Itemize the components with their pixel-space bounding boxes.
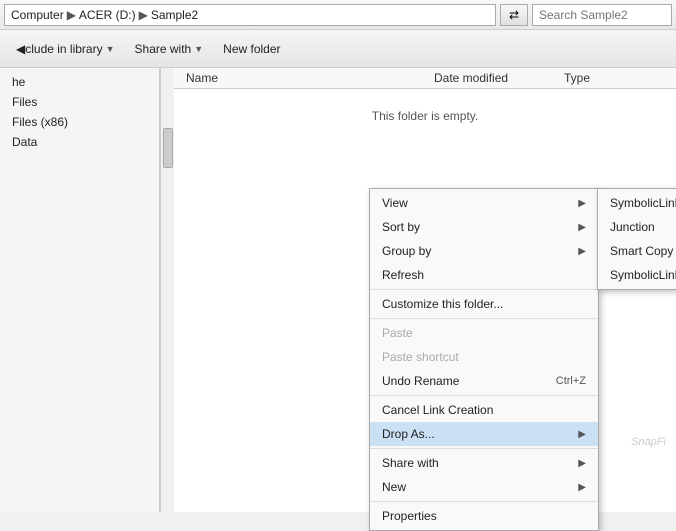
col-date-header: Date modified: [434, 71, 564, 85]
ctx-new[interactable]: New ▶: [370, 475, 598, 499]
ctx-undo-rename[interactable]: Undo Rename Ctrl+Z: [370, 369, 598, 393]
submenu-dropas: SymbolicLink Junction Smart Copy Symboli…: [597, 188, 676, 290]
path-computer: Computer: [11, 8, 64, 22]
ctx-group-by[interactable]: Group by ▶: [370, 239, 598, 263]
ctx-sort-arrow: ▶: [578, 222, 586, 233]
ctx-refresh[interactable]: Refresh: [370, 263, 598, 287]
path-folder: Sample2: [151, 8, 198, 22]
ctx-view-arrow: ▶: [578, 198, 586, 209]
sidebar-item-files-x86[interactable]: Files (x86): [0, 112, 159, 132]
col-name-header: Name: [174, 71, 434, 85]
submenu-symbolic-link-clone[interactable]: SymbolicLink Clone: [598, 263, 676, 287]
sidebar-scroll-thumb[interactable]: [163, 128, 173, 168]
sidebar-scrollbar[interactable]: [160, 68, 174, 512]
address-path[interactable]: Computer ▶ ACER (D:) ▶ Sample2: [4, 4, 496, 26]
search-input[interactable]: [532, 4, 672, 26]
ctx-properties[interactable]: Properties: [370, 504, 598, 528]
ctx-sep-5: [370, 501, 598, 502]
ctx-customize[interactable]: Customize this folder...: [370, 292, 598, 316]
ctx-sort-by[interactable]: Sort by ▶: [370, 215, 598, 239]
ctx-new-arrow: ▶: [578, 482, 586, 493]
ctx-drop-as[interactable]: Drop As... ▶: [370, 422, 598, 446]
ctx-sep-2: [370, 318, 598, 319]
submenu-smart-copy[interactable]: Smart Copy: [598, 239, 676, 263]
ctx-group-arrow: ▶: [578, 246, 586, 257]
context-menu: View ▶ Sort by ▶ Group by ▶ Refresh Cust…: [369, 188, 599, 531]
toolbar: ◀clude in library ▼ Share with ▼ New fol…: [0, 30, 676, 68]
share-with-btn[interactable]: Share with ▼: [127, 38, 212, 60]
submenu-symbolic-link[interactable]: SymbolicLink: [598, 191, 676, 215]
sidebar-item-data[interactable]: Data: [0, 132, 159, 152]
sidebar-item-he[interactable]: he: [0, 72, 159, 92]
sidebar-item-files[interactable]: Files: [0, 92, 159, 112]
ctx-paste-shortcut: Paste shortcut: [370, 345, 598, 369]
ctx-sep-3: [370, 395, 598, 396]
col-type-header: Type: [564, 71, 590, 85]
include-arrow-icon: ▼: [106, 44, 115, 54]
ctx-share-arrow: ▶: [578, 458, 586, 469]
ctx-paste: Paste: [370, 321, 598, 345]
empty-message: This folder is empty.: [174, 109, 676, 123]
watermark: SnapFi: [631, 436, 666, 448]
new-folder-btn[interactable]: New folder: [215, 38, 288, 60]
ctx-cancel-link[interactable]: Cancel Link Creation: [370, 398, 598, 422]
main-area: he Files Files (x86) Data Name Date modi…: [0, 68, 676, 512]
share-arrow-icon: ▼: [194, 44, 203, 54]
ctx-sep-1: [370, 289, 598, 290]
file-area: Name Date modified Type This folder is e…: [174, 68, 676, 512]
submenu-junction[interactable]: Junction: [598, 215, 676, 239]
ctx-view[interactable]: View ▶: [370, 191, 598, 215]
sidebar: he Files Files (x86) Data: [0, 68, 160, 512]
address-bar: Computer ▶ ACER (D:) ▶ Sample2 ⇄: [0, 0, 676, 30]
ctx-sep-4: [370, 448, 598, 449]
nav-refresh-btn[interactable]: ⇄: [500, 4, 528, 26]
path-drive: ACER (D:): [79, 8, 136, 22]
ctx-share-with[interactable]: Share with ▶: [370, 451, 598, 475]
file-columns: Name Date modified Type: [174, 68, 676, 89]
ctx-dropas-arrow: ▶: [578, 429, 586, 440]
include-in-library-btn[interactable]: ◀clude in library ▼: [8, 38, 123, 60]
